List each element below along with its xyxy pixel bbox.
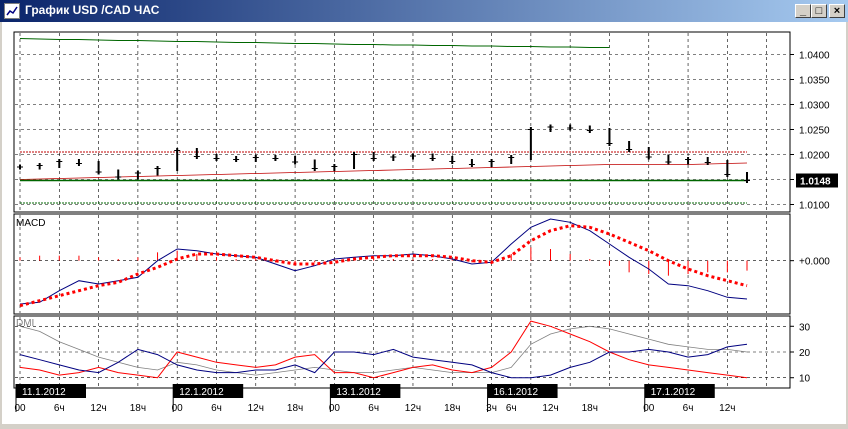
y-tick-label: 20 [799, 348, 811, 359]
date-label: 11.1.2012 [22, 387, 66, 398]
hour-label: 00 [643, 403, 655, 414]
price-panel[interactable]: 1.04001.03501.03001.02501.02001.01501.01… [13, 31, 838, 213]
y-tick-label: 1.0350 [799, 76, 830, 87]
y-tick-label: 1.0200 [799, 151, 830, 162]
hour-label: 12ч [405, 403, 421, 414]
window-titlebar[interactable]: График USD /CAD ЧАС _ □ × [0, 0, 848, 22]
hour-label: 6ч [506, 403, 517, 414]
date-label: 17.1.2012 [651, 387, 696, 398]
y-tick-label: 1.0250 [799, 126, 830, 137]
hour-label: 18ч [444, 403, 460, 414]
hour-label: 00 [172, 403, 184, 414]
hour-label: 18ч [582, 403, 598, 414]
y-tick-label: 1.0300 [799, 101, 830, 112]
hour-label: 6ч [54, 403, 65, 414]
y-tick-label: 1.0100 [799, 201, 830, 212]
hour-label: 12ч [90, 403, 106, 414]
date-label: 12.1.2012 [179, 387, 224, 398]
close-button[interactable]: × [829, 4, 845, 18]
chart-window-icon [4, 3, 20, 19]
date-label: 13.1.2012 [336, 387, 381, 398]
current-price-label: 1.0148 [800, 177, 831, 188]
y-tick-label: 1.0400 [799, 51, 830, 62]
hour-label: 12ч [719, 403, 735, 414]
hour-label: 12ч [542, 403, 558, 414]
chart-canvas[interactable]: 1.04001.03501.03001.02501.02001.01501.01… [2, 22, 846, 424]
macd-label: MACD [16, 218, 45, 229]
y-tick-label: 30 [799, 322, 811, 333]
hour-label: 12ч [248, 403, 264, 414]
hour-label: 18ч [287, 403, 303, 414]
y-tick-label: +0.000 [799, 257, 830, 268]
hour-label: 00 [329, 403, 341, 414]
hour-label: 6ч [211, 403, 222, 414]
hour-label: 6ч [368, 403, 379, 414]
y-tick-label: 10 [799, 374, 811, 385]
date-label: 16.1.2012 [494, 387, 539, 398]
hour-label: 3ч [486, 403, 497, 414]
hour-label: 00 [14, 403, 26, 414]
chart-frame: 1.04001.03501.03001.02501.02001.01501.01… [0, 22, 848, 426]
macd-panel[interactable]: MACD +0.000 [13, 213, 830, 315]
maximize-button[interactable]: □ [811, 4, 827, 18]
dmi-panel[interactable]: DMI 302010 [13, 315, 811, 389]
minimize-button[interactable]: _ [795, 4, 811, 18]
window-title: График USD /CAD ЧАС [25, 3, 160, 17]
hour-label: 6ч [683, 403, 694, 414]
hour-label: 18ч [130, 403, 146, 414]
